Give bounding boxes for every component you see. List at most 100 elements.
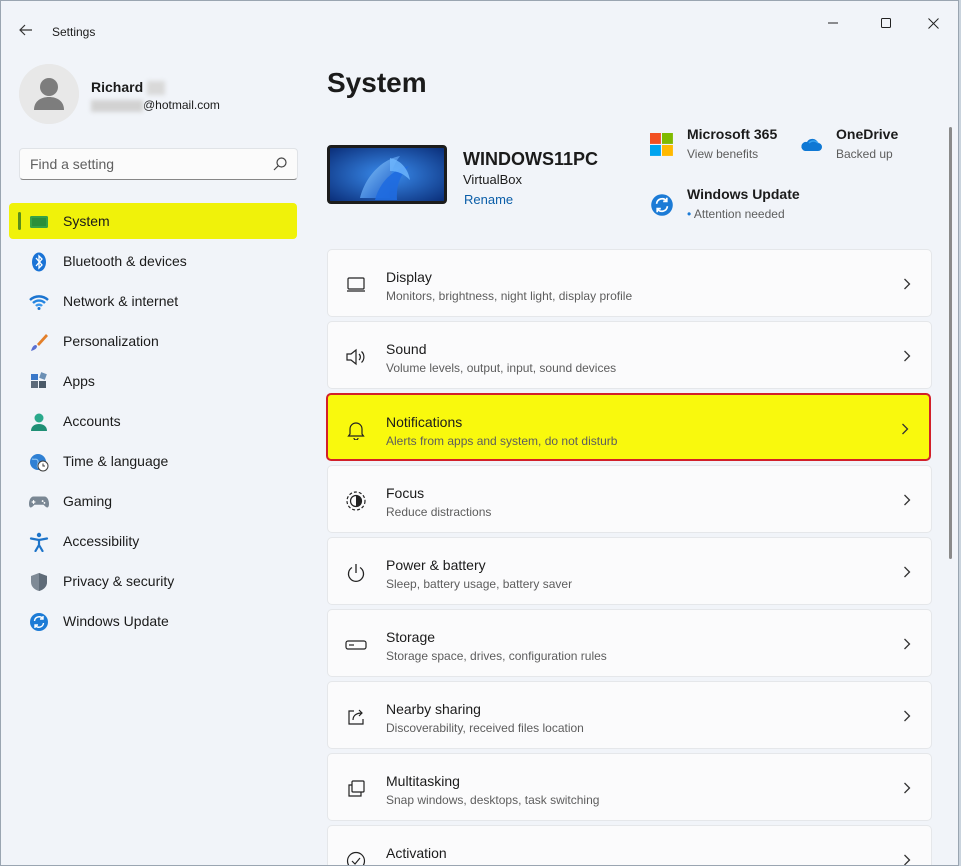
onedrive-subtitle: Backed up	[836, 147, 893, 161]
sidebar-item-label: Apps	[63, 373, 95, 389]
chevron-right-icon	[904, 782, 911, 794]
windows-update-icon	[651, 194, 673, 216]
card-title: Storage	[386, 629, 436, 645]
windows-update-status-text: Attention needed	[693, 207, 785, 221]
status-dot-icon: •	[687, 207, 694, 221]
scrollbar[interactable]	[949, 127, 952, 559]
page-title: System	[327, 67, 427, 98]
sidebar-item-time-language[interactable]: Time & language	[9, 443, 297, 479]
user-name: Richard	[91, 79, 166, 96]
update-icon	[29, 612, 49, 632]
settings-window: Settings Richard @hotmail.com System	[0, 0, 959, 866]
person-placeholder-icon	[19, 64, 79, 124]
multitask-icon	[345, 778, 367, 800]
chevron-right-icon	[904, 638, 911, 650]
chevron-right-icon	[904, 278, 911, 290]
windows-update-status: • Attention needed	[687, 207, 785, 221]
sidebar-item-label: Accessibility	[63, 533, 140, 549]
avatar[interactable]	[19, 64, 79, 124]
card-title: Display	[386, 269, 432, 285]
card-nearby-sharing[interactable]: Nearby sharing Discoverability, received…	[327, 681, 932, 749]
gamepad-icon	[29, 492, 49, 512]
minimize-icon	[828, 22, 838, 24]
card-title: Multitasking	[386, 773, 460, 789]
chevron-right-icon	[902, 423, 909, 435]
accessibility-icon	[29, 532, 49, 552]
search-icon[interactable]	[273, 157, 287, 171]
user-name-text: Richard	[91, 79, 144, 95]
storage-icon	[345, 634, 367, 656]
sidebar-item-label: Time & language	[63, 453, 169, 469]
sidebar-item-label: Privacy & security	[63, 573, 175, 589]
title-bar: Settings	[1, 1, 958, 49]
sidebar-item-label: System	[63, 213, 110, 229]
card-title: Power & battery	[386, 557, 486, 573]
sidebar-item-accessibility[interactable]: Accessibility	[9, 523, 297, 559]
focus-icon	[345, 490, 367, 512]
redacted-email-local	[91, 99, 143, 112]
share-icon	[345, 706, 367, 728]
apps-icon	[29, 372, 49, 392]
microsoft-logo-icon	[650, 133, 673, 156]
card-multitasking[interactable]: Multitasking Snap windows, desktops, tas…	[327, 753, 932, 821]
sidebar-item-apps[interactable]: Apps	[9, 363, 297, 399]
card-subtitle: Discoverability, received files location	[386, 721, 584, 735]
card-title: Focus	[386, 485, 425, 501]
chevron-right-icon	[904, 494, 911, 506]
bell-icon	[345, 419, 367, 441]
sidebar-item-label: Windows Update	[63, 613, 169, 629]
card-subtitle: Volume levels, output, input, sound devi…	[386, 361, 617, 375]
card-sound[interactable]: Sound Volume levels, output, input, soun…	[327, 321, 932, 389]
minimize-button[interactable]	[810, 7, 856, 39]
sidebar-item-system[interactable]: System	[9, 203, 297, 239]
card-title: Notifications	[386, 414, 463, 430]
sidebar-item-label: Personalization	[63, 333, 159, 349]
maximize-icon	[881, 18, 891, 28]
card-storage[interactable]: Storage Storage space, drives, configura…	[327, 609, 932, 677]
card-focus[interactable]: Focus Reduce distractions	[327, 465, 932, 533]
sidebar-item-windows-update[interactable]: Windows Update	[9, 603, 297, 639]
device-name: WINDOWS11PC	[463, 149, 599, 169]
onedrive-cloud-icon	[801, 138, 822, 151]
sidebar-item-label: Bluetooth & devices	[63, 253, 187, 269]
sidebar-item-label: Gaming	[63, 493, 113, 509]
system-icon	[29, 212, 49, 232]
card-display[interactable]: Display Monitors, brightness, night ligh…	[327, 249, 932, 317]
windows-update-title: Windows Update	[687, 186, 800, 202]
speaker-icon	[345, 346, 367, 368]
card-subtitle: Sleep, battery usage, battery saver	[386, 577, 573, 591]
sidebar-item-privacy-security[interactable]: Privacy & security	[9, 563, 297, 599]
sidebar-item-label: Accounts	[63, 413, 121, 429]
back-button[interactable]	[13, 17, 39, 43]
device-wallpaper-thumbnail	[327, 145, 447, 204]
selection-indicator	[18, 212, 21, 230]
card-power-battery[interactable]: Power & battery Sleep, battery usage, ba…	[327, 537, 932, 605]
card-subtitle: Monitors, brightness, night light, displ…	[386, 289, 633, 303]
chevron-right-icon	[904, 566, 911, 578]
close-button[interactable]	[910, 7, 956, 39]
ms365-subtitle: View benefits	[687, 147, 759, 161]
shield-icon	[29, 572, 49, 592]
brush-icon	[29, 332, 49, 352]
rename-link[interactable]: Rename	[464, 192, 513, 207]
card-subtitle: Storage space, drives, configuration rul…	[386, 649, 607, 663]
user-email-domain: @hotmail.com	[143, 98, 220, 112]
maximize-button[interactable]	[863, 7, 909, 39]
globe-clock-icon	[29, 452, 49, 472]
card-subtitle: Snap windows, desktops, task switching	[386, 793, 600, 807]
card-notifications[interactable]: Notifications Alerts from apps and syste…	[326, 393, 931, 461]
search-box[interactable]	[19, 148, 298, 180]
card-subtitle: Alerts from apps and system, do not dist…	[386, 434, 618, 448]
person-icon	[29, 412, 49, 432]
sidebar-item-personalization[interactable]: Personalization	[9, 323, 297, 359]
sidebar-item-accounts[interactable]: Accounts	[9, 403, 297, 439]
onedrive-title: OneDrive	[836, 126, 899, 142]
chevron-right-icon	[904, 854, 911, 865]
sidebar-item-bluetooth[interactable]: Bluetooth & devices	[9, 243, 297, 279]
search-input[interactable]	[20, 149, 260, 179]
card-activation[interactable]: Activation	[327, 825, 932, 865]
sidebar-item-network[interactable]: Network & internet	[9, 283, 297, 319]
activation-icon	[345, 850, 367, 865]
sidebar-item-gaming[interactable]: Gaming	[9, 483, 297, 519]
close-icon	[927, 17, 939, 29]
